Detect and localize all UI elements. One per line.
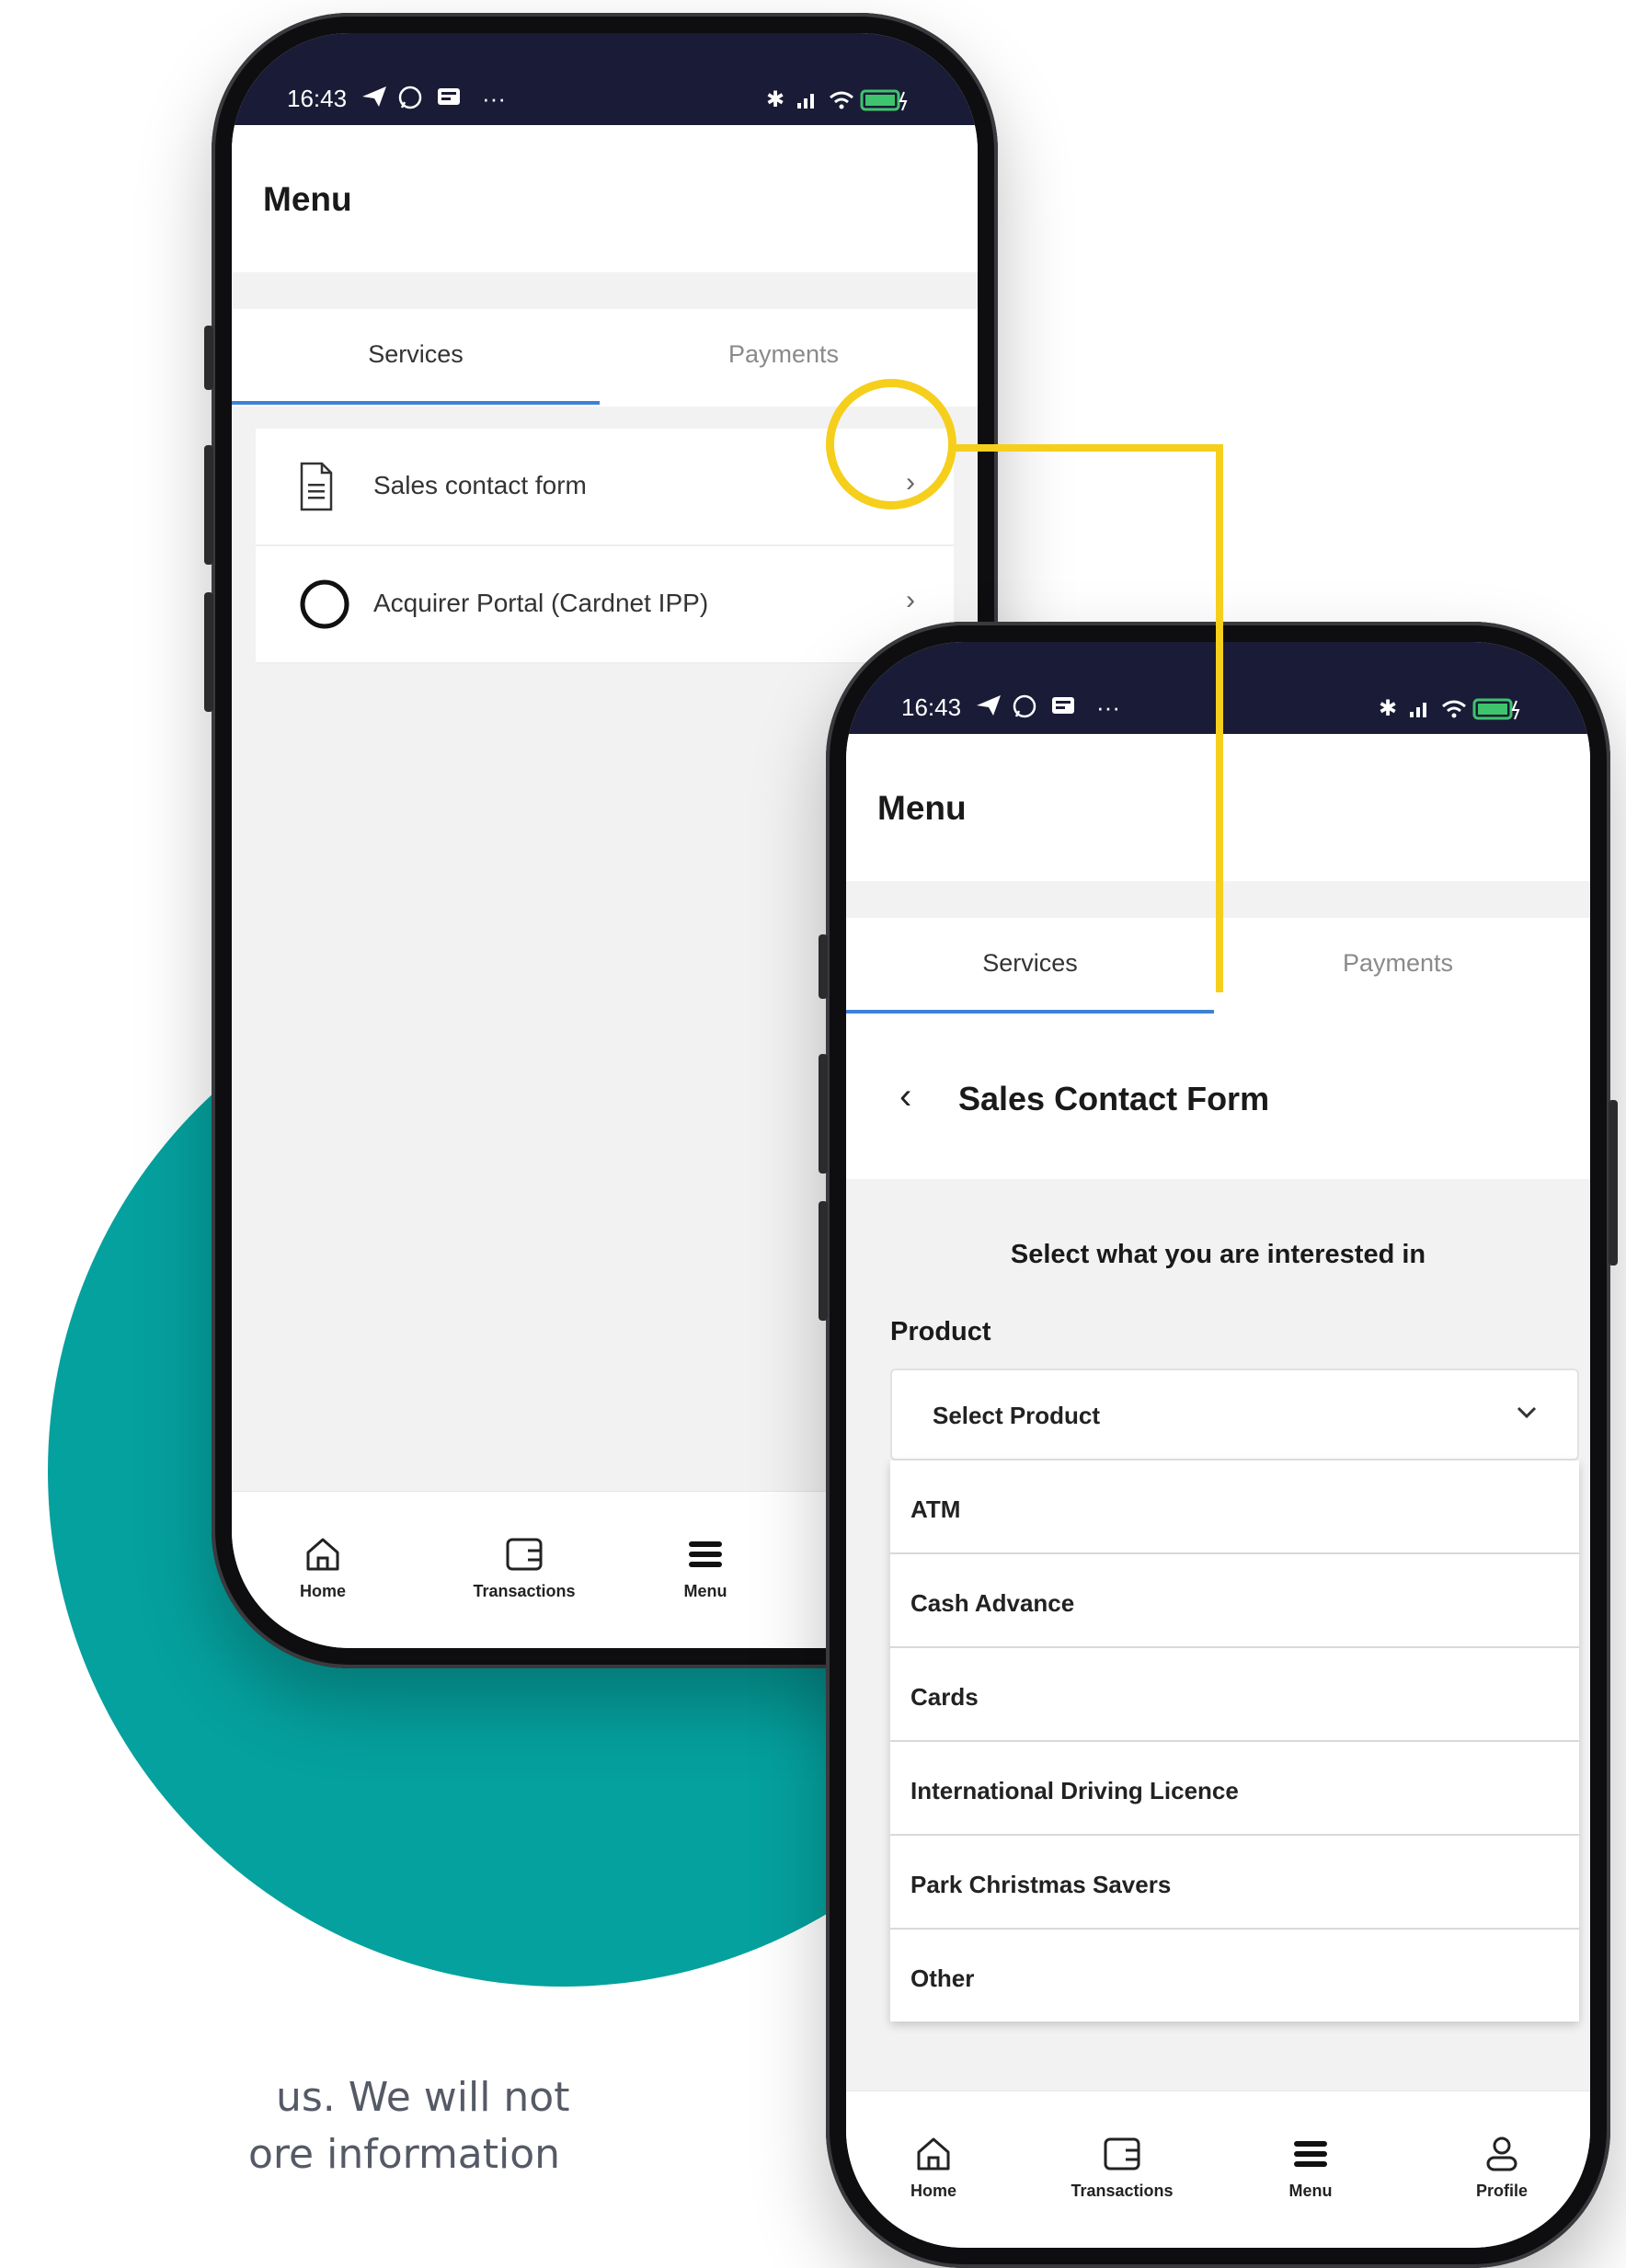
product-option-other[interactable]: Other bbox=[890, 1930, 1579, 2022]
svg-text:✱: ✱ bbox=[1379, 695, 1397, 721]
product-option-atm[interactable]: ATM bbox=[890, 1460, 1579, 1554]
status-bar: 16:43 ··· ✱ bbox=[232, 33, 978, 125]
phone-volume-down-button bbox=[204, 592, 213, 712]
tab-active-indicator bbox=[232, 401, 600, 405]
option-label: ATM bbox=[910, 1495, 961, 1523]
send-icon bbox=[361, 85, 388, 115]
menu-item-label: Acquirer Portal (Cardnet IPP) bbox=[373, 589, 709, 617]
app-header: Menu bbox=[232, 125, 978, 272]
background-text-line1: us. We will not bbox=[276, 2074, 570, 2121]
chevron-right-icon[interactable]: › bbox=[906, 585, 915, 616]
form-header: ‹ Sales Contact Form bbox=[846, 1015, 1590, 1179]
option-label: International Driving Licence bbox=[910, 1777, 1239, 1804]
nav-home[interactable]: Home bbox=[263, 1534, 383, 1601]
send-icon bbox=[975, 693, 1002, 724]
status-right-icons: ✱ bbox=[1379, 693, 1526, 727]
phone-side-button bbox=[819, 934, 828, 999]
phone-power-button bbox=[1609, 1100, 1618, 1266]
product-label: Product bbox=[890, 1317, 991, 1346]
tab-payments[interactable]: Payments bbox=[1214, 949, 1582, 978]
page-title: Menu bbox=[877, 789, 967, 827]
phone-side-button bbox=[204, 326, 213, 390]
whatsapp-icon bbox=[397, 85, 423, 117]
wallet-icon bbox=[1104, 2137, 1140, 2171]
tab-active-indicator bbox=[846, 1010, 1214, 1014]
phone-volume-up-button bbox=[204, 445, 213, 565]
nav-menu-label: Menu bbox=[683, 1582, 727, 1600]
option-label: Cash Advance bbox=[910, 1589, 1075, 1617]
nav-transactions[interactable]: Transactions bbox=[1048, 2134, 1196, 2201]
form-title: Sales Contact Form bbox=[958, 1080, 1270, 1117]
circle-icon bbox=[298, 578, 351, 636]
option-label: Other bbox=[910, 1964, 975, 1992]
nav-home-label: Home bbox=[910, 2182, 956, 2200]
tab-services[interactable]: Services bbox=[846, 949, 1214, 978]
document-icon bbox=[298, 460, 335, 518]
product-select-value: Select Product bbox=[933, 1402, 1101, 1429]
hamburger-icon bbox=[1294, 2141, 1327, 2167]
chevron-down-icon bbox=[1513, 1398, 1540, 1430]
hamburger-icon bbox=[689, 1541, 722, 1567]
menu-item-label: Sales contact form bbox=[373, 471, 587, 499]
phone-volume-up-button bbox=[819, 1054, 828, 1174]
tab-payments[interactable]: Payments bbox=[600, 340, 968, 369]
product-option-international-driving-licence[interactable]: International Driving Licence bbox=[890, 1742, 1579, 1836]
background-text: us. We will not ore information bbox=[0, 2069, 569, 2183]
status-time: 16:43 bbox=[901, 693, 962, 721]
background-text-line2: ore information bbox=[248, 2131, 561, 2178]
product-option-park-christmas-savers[interactable]: Park Christmas Savers bbox=[890, 1836, 1579, 1930]
more-indicator: ··· bbox=[1096, 693, 1120, 721]
nav-profile[interactable]: Profile bbox=[1442, 2134, 1562, 2201]
nav-home-label: Home bbox=[299, 1582, 346, 1600]
nav-menu[interactable]: Menu bbox=[1251, 2134, 1370, 2201]
nav-transactions[interactable]: Transactions bbox=[451, 1534, 598, 1601]
phone-volume-down-button bbox=[819, 1201, 828, 1321]
option-label: Park Christmas Savers bbox=[910, 1871, 1172, 1898]
nav-menu-label: Menu bbox=[1288, 2182, 1333, 2200]
product-option-cards[interactable]: Cards bbox=[890, 1648, 1579, 1742]
notification-icon bbox=[436, 85, 462, 115]
product-option-cash-advance[interactable]: Cash Advance bbox=[890, 1554, 1579, 1648]
nav-transactions-label: Transactions bbox=[1071, 2182, 1174, 2200]
callout-connector-vertical bbox=[1216, 444, 1223, 992]
form-prompt: Select what you are interested in bbox=[1010, 1240, 1426, 1269]
notification-icon bbox=[1050, 693, 1076, 724]
callout-highlight-ring bbox=[826, 379, 956, 510]
option-label: Cards bbox=[910, 1683, 979, 1711]
product-options-list: ATM Cash Advance Cards International Dri… bbox=[890, 1460, 1579, 2022]
tab-services[interactable]: Services bbox=[232, 340, 600, 369]
status-right-icons: ✱ bbox=[766, 85, 913, 119]
more-indicator: ··· bbox=[482, 85, 506, 112]
nav-menu[interactable]: Menu bbox=[646, 1534, 765, 1601]
profile-icon bbox=[1486, 2136, 1517, 2171]
product-select[interactable]: Select Product bbox=[890, 1369, 1579, 1460]
nav-profile-label: Profile bbox=[1475, 2182, 1528, 2200]
bottom-navigation: Home Transactions Menu Profile bbox=[846, 2090, 1590, 2248]
home-icon bbox=[306, 1538, 339, 1571]
nav-transactions-label: Transactions bbox=[473, 1582, 576, 1600]
nav-home[interactable]: Home bbox=[874, 2134, 993, 2201]
home-icon bbox=[917, 2137, 950, 2171]
status-time: 16:43 bbox=[287, 85, 348, 112]
back-chevron-icon[interactable]: ‹ bbox=[899, 1076, 911, 1117]
page-title: Menu bbox=[263, 180, 352, 218]
wallet-icon bbox=[506, 1538, 543, 1571]
svg-text:✱: ✱ bbox=[766, 86, 784, 112]
callout-connector-horizontal bbox=[953, 444, 1223, 452]
whatsapp-icon bbox=[1012, 693, 1037, 726]
